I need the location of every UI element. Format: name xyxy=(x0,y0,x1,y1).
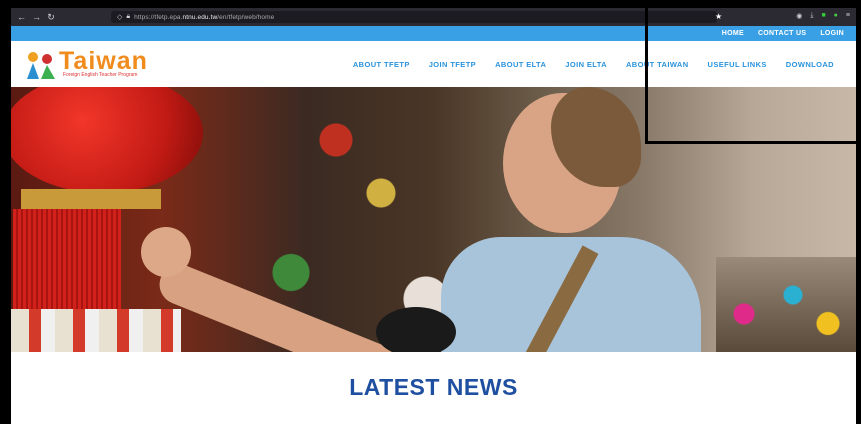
browser-nav: ← → ↻ xyxy=(11,12,55,22)
latest-news-section: LATEST NEWS xyxy=(11,352,856,424)
shield-icon: ◇ xyxy=(117,14,123,21)
nav-join-elta[interactable]: JOIN ELTA xyxy=(565,60,607,69)
site-logo[interactable]: Taiwan Foreign English Teacher Program xyxy=(23,47,148,81)
camera xyxy=(376,307,456,352)
forward-icon[interactable]: → xyxy=(32,12,41,22)
souvenir-packages xyxy=(11,309,181,352)
street-decorations xyxy=(716,257,856,352)
nav-about-tfetp[interactable]: ABOUT TFETP xyxy=(353,60,410,69)
lantern-band xyxy=(21,189,161,209)
reload-icon[interactable]: ↻ xyxy=(47,12,55,22)
logo-figures-icon xyxy=(27,52,55,79)
red-lantern xyxy=(11,87,203,193)
logo-subtitle: Foreign English Teacher Program xyxy=(63,72,138,78)
url-text: https://tfetp.epa.ntnu.edu.tw/en/tfetp/w… xyxy=(134,13,275,21)
highlight-box xyxy=(645,0,861,144)
back-icon[interactable]: ← xyxy=(17,12,26,22)
traveler-hand xyxy=(141,227,191,277)
nav-join-tfetp[interactable]: JOIN TFETP xyxy=(429,60,476,69)
lock-icon: 🔒︎ xyxy=(126,13,131,20)
latest-news-title: LATEST NEWS xyxy=(349,374,518,400)
nav-about-elta[interactable]: ABOUT ELTA xyxy=(495,60,546,69)
address-bar[interactable]: ◇ 🔒︎ https://tfetp.epa.ntnu.edu.tw/en/tf… xyxy=(111,11,717,23)
